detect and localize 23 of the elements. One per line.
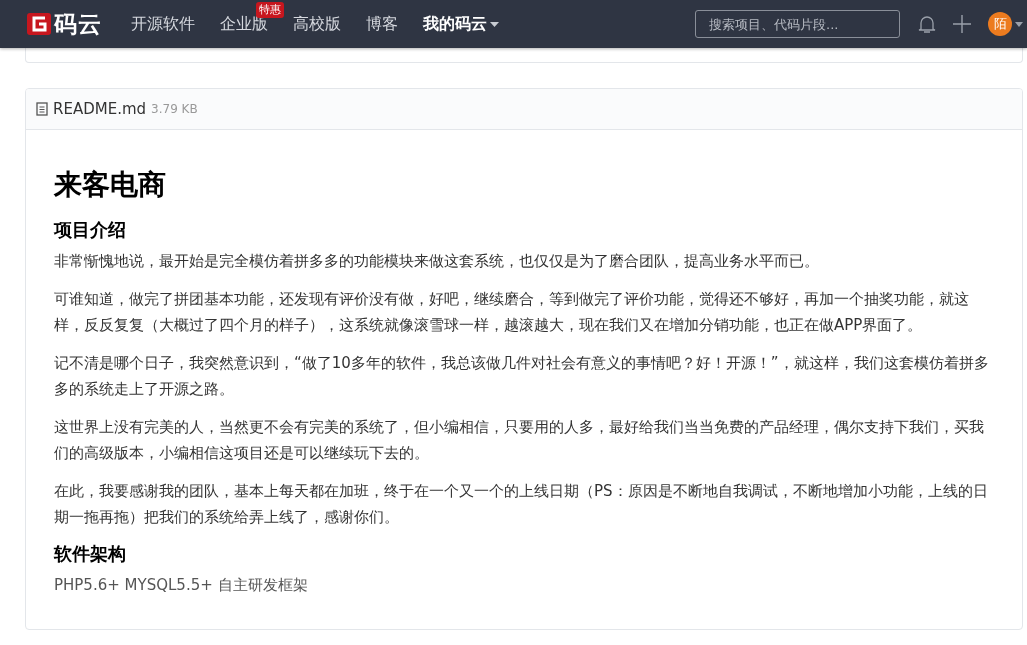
section-heading: 项目介绍	[54, 218, 127, 242]
bell-icon[interactable]	[918, 14, 936, 34]
paragraph: 这世界上没有完美的人，当然更不会有完美的系统了，但小编相信，只要用的人多，最好给我们当当免费的产品经理，偶尔支持下我们，买我们的高级版本，小编相信这项目还是可以继续玩下去的。	[54, 417, 985, 464]
document-icon	[36, 102, 48, 116]
file-name: README.md	[53, 100, 147, 118]
file-size: 3.79 KB	[151, 102, 198, 116]
nav-link[interactable]: 高校版	[293, 10, 341, 38]
promo-badge: 特惠	[256, 2, 284, 18]
nav-link[interactable]: 开源软件	[131, 10, 195, 38]
paragraph: 可谁知道，做完了拼团基本功能，还发现有评价没有做，好吧，继续磨合，等到做完了评价功能，觉得还不够好，再加一个抽奖功能，就这样，反反复复（大概过了四个月的样子），这系统就像滚雪球一样，越滚越大，现在我们又在增加分销功能，也正在做APP界面了。	[54, 289, 970, 336]
plus-icon[interactable]	[953, 15, 971, 33]
paragraph: 记不清是哪个日子，我突然意识到，“做了10多年的软件，我总该做几件对社会有意义的事情吧？好！开源！”，就这样，我们这套模仿着拼多多的系统走上了开源之路。	[54, 353, 990, 400]
logo-icon	[27, 13, 51, 35]
nav-link[interactable]: 博客	[366, 10, 398, 38]
page-heading: 来客电商	[54, 167, 167, 203]
nav-link[interactable]: 我的码云	[423, 10, 487, 38]
logo-text[interactable]: 码云	[54, 8, 102, 40]
caret-icon	[1015, 21, 1023, 27]
search-field[interactable]: 搜索项目、代码片段...	[695, 10, 900, 38]
paragraph: PHP5.6+ MYSQL5.5+ 自主研发框架	[54, 575, 309, 596]
paragraph: 在此，我要感谢我的团队，基本上每天都在加班，终于在一个又一个的上线日期（PS：原因是不断地自我调试，不断地增加小功能，上线的日期一拖再拖）把我们的系统给弄上线了，感谢你们。	[54, 481, 989, 528]
paragraph: 非常惭愧地说，最开始是完全模仿着拼多多的功能模块来做这套系统，也仅仅是为了磨合团队，提高业务水平而已。	[54, 251, 820, 272]
section-heading: 软件架构	[54, 542, 127, 566]
